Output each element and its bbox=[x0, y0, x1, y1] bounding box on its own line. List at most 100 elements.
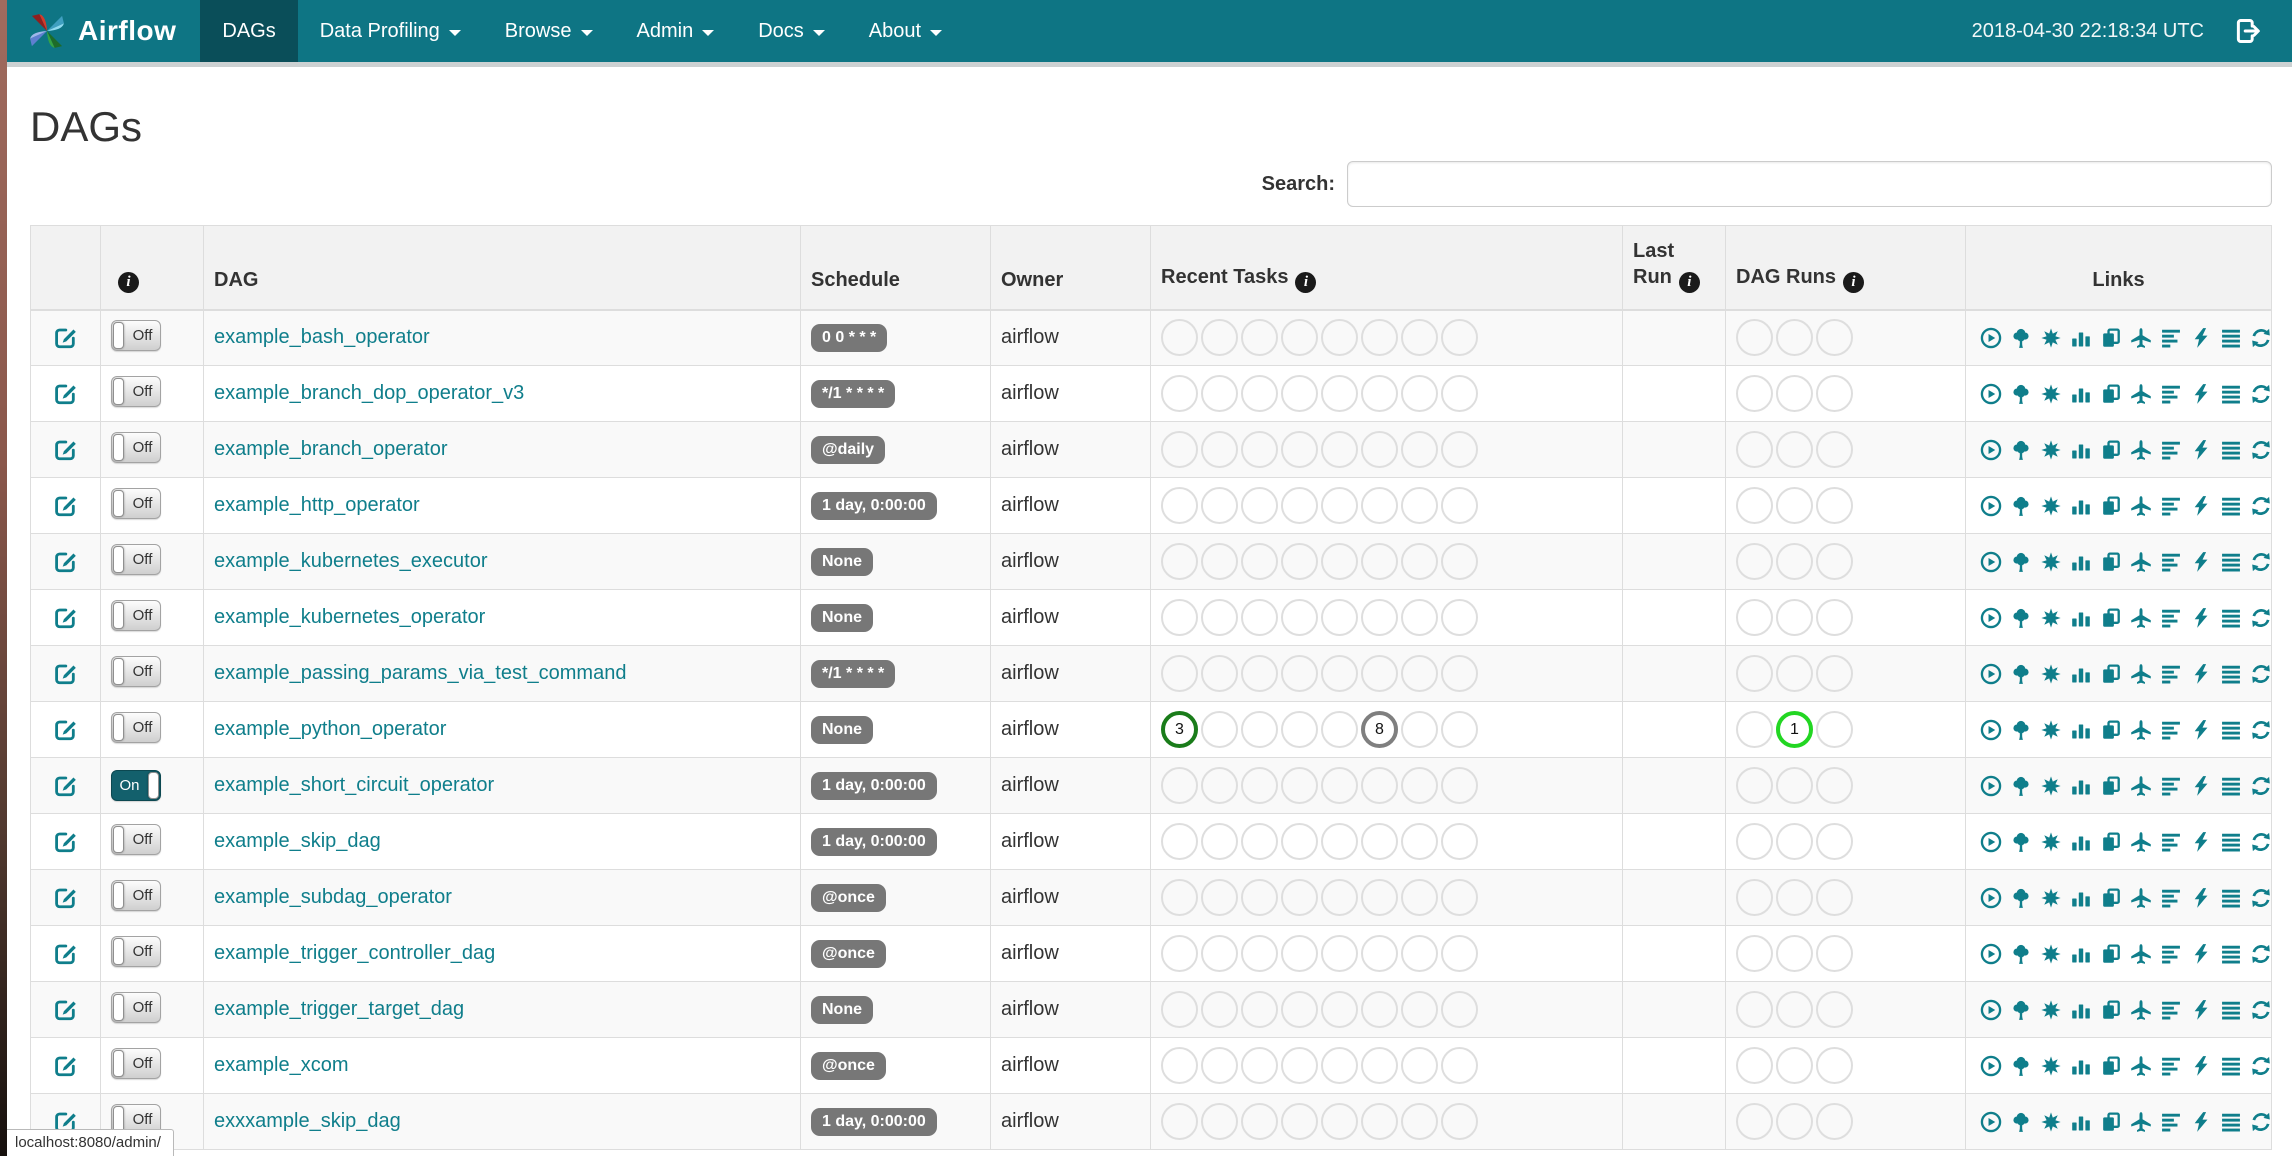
dag-pause-toggle[interactable]: Off bbox=[111, 712, 161, 743]
align-left-gantt-icon[interactable] bbox=[2160, 1111, 2182, 1133]
bar-chart-icon[interactable] bbox=[2070, 327, 2092, 349]
sunburst-graph-icon[interactable] bbox=[2040, 663, 2062, 685]
brand-home-link[interactable]: Airflow bbox=[18, 0, 200, 62]
refresh-icon[interactable] bbox=[2250, 327, 2272, 349]
bar-chart-icon[interactable] bbox=[2070, 663, 2092, 685]
align-left-gantt-icon[interactable] bbox=[2160, 999, 2182, 1021]
play-circle-icon[interactable] bbox=[1980, 1111, 2002, 1133]
refresh-icon[interactable] bbox=[2250, 831, 2272, 853]
refresh-icon[interactable] bbox=[2250, 775, 2272, 797]
plane-icon[interactable] bbox=[2130, 495, 2152, 517]
copy-pages-icon[interactable] bbox=[2100, 495, 2122, 517]
dag-pause-toggle[interactable]: Off bbox=[111, 432, 161, 463]
dag-pause-toggle[interactable]: Off bbox=[111, 488, 161, 519]
dag-link[interactable]: example_kubernetes_operator bbox=[214, 606, 485, 628]
plane-icon[interactable] bbox=[2130, 551, 2152, 573]
tree-icon[interactable] bbox=[2010, 1111, 2032, 1133]
tree-icon[interactable] bbox=[2010, 551, 2032, 573]
nav-item-data-profiling[interactable]: Data Profiling bbox=[298, 0, 483, 62]
tree-icon[interactable] bbox=[2010, 831, 2032, 853]
sunburst-graph-icon[interactable] bbox=[2040, 999, 2062, 1021]
align-justify-icon[interactable] bbox=[2220, 663, 2242, 685]
lightning-bolt-icon[interactable] bbox=[2190, 1111, 2212, 1133]
align-left-gantt-icon[interactable] bbox=[2160, 887, 2182, 909]
copy-pages-icon[interactable] bbox=[2100, 719, 2122, 741]
lightning-bolt-icon[interactable] bbox=[2190, 775, 2212, 797]
play-circle-icon[interactable] bbox=[1980, 439, 2002, 461]
play-circle-icon[interactable] bbox=[1980, 943, 2002, 965]
lightning-bolt-icon[interactable] bbox=[2190, 551, 2212, 573]
plane-icon[interactable] bbox=[2130, 663, 2152, 685]
refresh-icon[interactable] bbox=[2250, 943, 2272, 965]
align-justify-icon[interactable] bbox=[2220, 439, 2242, 461]
dag-pause-toggle[interactable]: Off bbox=[111, 600, 161, 631]
align-justify-icon[interactable] bbox=[2220, 1111, 2242, 1133]
plane-icon[interactable] bbox=[2130, 1055, 2152, 1077]
tree-icon[interactable] bbox=[2010, 383, 2032, 405]
edit-dag-button[interactable] bbox=[53, 829, 78, 854]
plane-icon[interactable] bbox=[2130, 831, 2152, 853]
copy-pages-icon[interactable] bbox=[2100, 943, 2122, 965]
align-justify-icon[interactable] bbox=[2220, 1055, 2242, 1077]
refresh-icon[interactable] bbox=[2250, 887, 2272, 909]
dag-pause-toggle[interactable]: Off bbox=[111, 320, 161, 352]
dag-link[interactable]: example_branch_operator bbox=[214, 438, 448, 460]
refresh-icon[interactable] bbox=[2250, 383, 2272, 405]
dag-pause-toggle[interactable]: Off bbox=[111, 544, 161, 575]
dag-link[interactable]: example_trigger_controller_dag bbox=[214, 942, 495, 964]
bar-chart-icon[interactable] bbox=[2070, 775, 2092, 797]
align-justify-icon[interactable] bbox=[2220, 495, 2242, 517]
plane-icon[interactable] bbox=[2130, 607, 2152, 629]
tree-icon[interactable] bbox=[2010, 887, 2032, 909]
refresh-icon[interactable] bbox=[2250, 495, 2272, 517]
dag-link[interactable]: example_short_circuit_operator bbox=[214, 774, 494, 796]
task-state-circle[interactable]: 3 bbox=[1161, 711, 1198, 748]
dag-pause-toggle[interactable]: On bbox=[111, 770, 161, 801]
plane-icon[interactable] bbox=[2130, 775, 2152, 797]
edit-dag-button[interactable] bbox=[53, 997, 78, 1022]
plane-icon[interactable] bbox=[2130, 943, 2152, 965]
align-left-gantt-icon[interactable] bbox=[2160, 943, 2182, 965]
dag-link[interactable]: example_subdag_operator bbox=[214, 886, 452, 908]
align-justify-icon[interactable] bbox=[2220, 831, 2242, 853]
sunburst-graph-icon[interactable] bbox=[2040, 607, 2062, 629]
dag-link[interactable]: example_skip_dag bbox=[214, 830, 381, 852]
align-left-gantt-icon[interactable] bbox=[2160, 607, 2182, 629]
play-circle-icon[interactable] bbox=[1980, 831, 2002, 853]
nav-item-browse[interactable]: Browse bbox=[483, 0, 615, 62]
align-justify-icon[interactable] bbox=[2220, 607, 2242, 629]
tree-icon[interactable] bbox=[2010, 439, 2032, 461]
tree-icon[interactable] bbox=[2010, 607, 2032, 629]
lightning-bolt-icon[interactable] bbox=[2190, 719, 2212, 741]
align-left-gantt-icon[interactable] bbox=[2160, 775, 2182, 797]
sunburst-graph-icon[interactable] bbox=[2040, 383, 2062, 405]
copy-pages-icon[interactable] bbox=[2100, 327, 2122, 349]
align-justify-icon[interactable] bbox=[2220, 943, 2242, 965]
nav-item-docs[interactable]: Docs bbox=[736, 0, 847, 62]
sunburst-graph-icon[interactable] bbox=[2040, 943, 2062, 965]
lightning-bolt-icon[interactable] bbox=[2190, 495, 2212, 517]
dag-link[interactable]: example_trigger_target_dag bbox=[214, 998, 464, 1020]
bar-chart-icon[interactable] bbox=[2070, 943, 2092, 965]
edit-dag-button[interactable] bbox=[53, 493, 78, 518]
lightning-bolt-icon[interactable] bbox=[2190, 887, 2212, 909]
dag-pause-toggle[interactable]: Off bbox=[111, 656, 161, 687]
dag-link[interactable]: example_bash_operator bbox=[214, 326, 430, 348]
refresh-icon[interactable] bbox=[2250, 1055, 2272, 1077]
tree-icon[interactable] bbox=[2010, 719, 2032, 741]
sunburst-graph-icon[interactable] bbox=[2040, 1111, 2062, 1133]
plane-icon[interactable] bbox=[2130, 1111, 2152, 1133]
copy-pages-icon[interactable] bbox=[2100, 607, 2122, 629]
bar-chart-icon[interactable] bbox=[2070, 383, 2092, 405]
sunburst-graph-icon[interactable] bbox=[2040, 439, 2062, 461]
align-justify-icon[interactable] bbox=[2220, 327, 2242, 349]
align-left-gantt-icon[interactable] bbox=[2160, 1055, 2182, 1077]
lightning-bolt-icon[interactable] bbox=[2190, 327, 2212, 349]
logout-icon[interactable] bbox=[2234, 17, 2262, 45]
plane-icon[interactable] bbox=[2130, 383, 2152, 405]
dag-pause-toggle[interactable]: Off bbox=[111, 824, 161, 855]
copy-pages-icon[interactable] bbox=[2100, 1111, 2122, 1133]
align-left-gantt-icon[interactable] bbox=[2160, 719, 2182, 741]
edit-dag-button[interactable] bbox=[53, 437, 78, 462]
copy-pages-icon[interactable] bbox=[2100, 887, 2122, 909]
